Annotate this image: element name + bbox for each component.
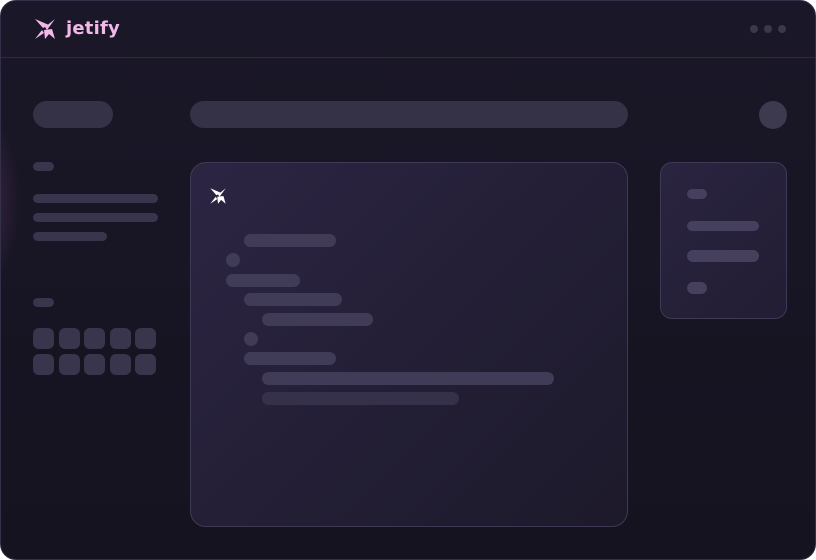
panel-item-placeholder[interactable] bbox=[687, 282, 707, 294]
tile[interactable] bbox=[135, 328, 156, 349]
window-dot-icon[interactable] bbox=[750, 25, 758, 33]
sidebar-tile-grid bbox=[33, 328, 156, 375]
address-bar-placeholder[interactable] bbox=[190, 101, 628, 128]
jetify-logo-icon bbox=[208, 186, 228, 211]
window-dot-icon[interactable] bbox=[778, 25, 786, 33]
jetify-logo-icon bbox=[32, 16, 58, 42]
code-line-placeholder bbox=[226, 274, 300, 287]
brand-logo[interactable]: jetify bbox=[32, 16, 120, 42]
code-line-placeholder bbox=[262, 372, 554, 385]
tile[interactable] bbox=[84, 353, 105, 375]
side-panel-card bbox=[660, 162, 787, 319]
code-dot-placeholder bbox=[226, 253, 240, 267]
panel-item-placeholder[interactable] bbox=[687, 221, 759, 231]
edge-glow bbox=[1, 91, 21, 311]
code-line-placeholder bbox=[262, 313, 373, 326]
title-bar: jetify bbox=[1, 1, 815, 58]
code-line-placeholder bbox=[244, 352, 336, 365]
sidebar-item-placeholder[interactable] bbox=[33, 232, 107, 241]
tile[interactable] bbox=[135, 353, 156, 375]
tile[interactable] bbox=[33, 353, 54, 375]
tile[interactable] bbox=[109, 328, 131, 349]
tile[interactable] bbox=[33, 328, 54, 349]
tile[interactable] bbox=[84, 328, 105, 349]
app-window: jetify bbox=[0, 0, 816, 560]
code-line-placeholder bbox=[262, 392, 459, 405]
sidebar-item-placeholder[interactable] bbox=[33, 194, 158, 203]
sidebar-heading-placeholder bbox=[33, 298, 54, 307]
avatar[interactable] bbox=[759, 101, 787, 129]
code-line-placeholder bbox=[244, 234, 336, 247]
code-line-placeholder bbox=[244, 293, 342, 306]
window-dot-icon[interactable] bbox=[764, 25, 772, 33]
sidebar-item-placeholder[interactable] bbox=[33, 213, 158, 222]
tile[interactable] bbox=[109, 353, 131, 375]
window-controls bbox=[750, 25, 786, 33]
panel-item-placeholder[interactable] bbox=[687, 250, 759, 262]
panel-label-placeholder bbox=[687, 189, 707, 199]
code-dot-placeholder bbox=[244, 332, 258, 346]
search-placeholder[interactable] bbox=[33, 101, 113, 128]
sidebar-heading-placeholder bbox=[33, 162, 54, 171]
tile[interactable] bbox=[58, 353, 80, 375]
brand-wordmark: jetify bbox=[66, 18, 120, 39]
tile[interactable] bbox=[58, 328, 80, 349]
code-editor-card bbox=[190, 162, 628, 527]
